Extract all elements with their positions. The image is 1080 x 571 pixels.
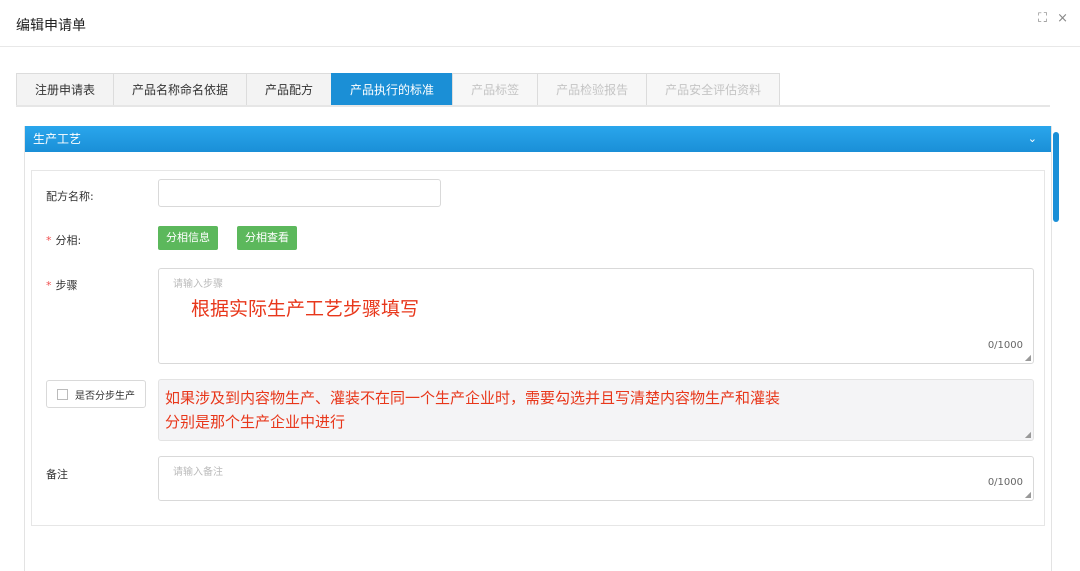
formula-name-label: 配方名称: bbox=[46, 190, 94, 203]
notes-counter: 0/1000 bbox=[987, 477, 1023, 488]
notes-placeholder: 请输入备注 bbox=[173, 467, 223, 478]
group-label: * 分相: bbox=[46, 234, 82, 247]
dialog-header: 编辑申请单 ⛶ × bbox=[0, 0, 1080, 47]
steps-placeholder: 请输入步骤 bbox=[173, 279, 223, 290]
split-annotation-line1: 如果涉及到内容物生产、灌装不在同一个生产企业时，需要勾选并且写清楚内容物生产和灌… bbox=[165, 389, 781, 407]
section-header[interactable]: 生产工艺 ⌄ bbox=[25, 126, 1051, 152]
steps-textarea[interactable]: 请输入步骤 根据实际生产工艺步骤填写 0/1000 ◢ bbox=[158, 268, 1034, 364]
split-production-textarea[interactable]: 如果涉及到内容物生产、灌装不在同一个生产企业时，需要勾选并且写清楚内容物生产和灌… bbox=[158, 379, 1034, 441]
dialog-title: 编辑申请单 bbox=[16, 18, 86, 34]
resize-handle-icon[interactable]: ◢ bbox=[1025, 353, 1031, 362]
tab-registration-form[interactable]: 注册申请表 bbox=[16, 73, 115, 105]
resize-handle-icon[interactable]: ◢ bbox=[1025, 430, 1031, 439]
chevron-down-icon[interactable]: ⌄ bbox=[1028, 126, 1037, 152]
production-process-panel: 生产工艺 ⌄ 配方名称: * 分相: 分相信息 分相查看 * 步骤 请输入步骤 根据… bbox=[24, 126, 1052, 571]
group-view-button[interactable]: 分相查看 bbox=[237, 226, 297, 250]
vertical-scrollbar[interactable] bbox=[1053, 132, 1059, 222]
split-production-checkbox[interactable]: 是否分步生产 bbox=[46, 380, 146, 408]
section-title: 生产工艺 bbox=[33, 132, 82, 146]
tab-bar: 注册申请表 产品名称命名依据 产品配方 产品执行的标准 产品标签 产品检验报告 … bbox=[16, 73, 1050, 107]
checkbox-icon[interactable] bbox=[57, 389, 68, 400]
tab-label[interactable]: 产品标签 bbox=[452, 73, 539, 105]
group-label-text: 分相: bbox=[55, 234, 82, 247]
tab-safety-assessment[interactable]: 产品安全评估资料 bbox=[646, 73, 781, 105]
split-annotation-line2: 分别是那个生产企业中进行 bbox=[165, 413, 346, 431]
steps-label-text: 步骤 bbox=[55, 279, 78, 292]
split-production-label: 是否分步生产 bbox=[75, 391, 135, 402]
close-icon[interactable]: × bbox=[1057, 11, 1068, 26]
fullscreen-icon[interactable]: ⛶ bbox=[1038, 11, 1047, 26]
formula-name-input[interactable] bbox=[158, 179, 441, 207]
form-container: 配方名称: * 分相: 分相信息 分相查看 * 步骤 请输入步骤 根据实际生产工艺步… bbox=[31, 170, 1045, 526]
notes-label: 备注 bbox=[46, 468, 68, 481]
notes-textarea[interactable]: 请输入备注 0/1000 ◢ bbox=[158, 456, 1034, 501]
steps-counter: 0/1000 bbox=[987, 340, 1023, 351]
resize-handle-icon[interactable]: ◢ bbox=[1025, 490, 1031, 499]
steps-label: * 步骤 bbox=[46, 279, 78, 292]
tab-executive-standard[interactable]: 产品执行的标准 bbox=[331, 73, 454, 105]
steps-annotation: 根据实际生产工艺步骤填写 bbox=[191, 298, 420, 320]
group-info-button[interactable]: 分相信息 bbox=[158, 226, 218, 250]
tab-naming-basis[interactable]: 产品名称命名依据 bbox=[113, 73, 248, 105]
tab-inspection-report[interactable]: 产品检验报告 bbox=[537, 73, 648, 105]
tab-formula[interactable]: 产品配方 bbox=[246, 73, 333, 105]
dialog-controls: ⛶ × bbox=[1038, 11, 1068, 26]
